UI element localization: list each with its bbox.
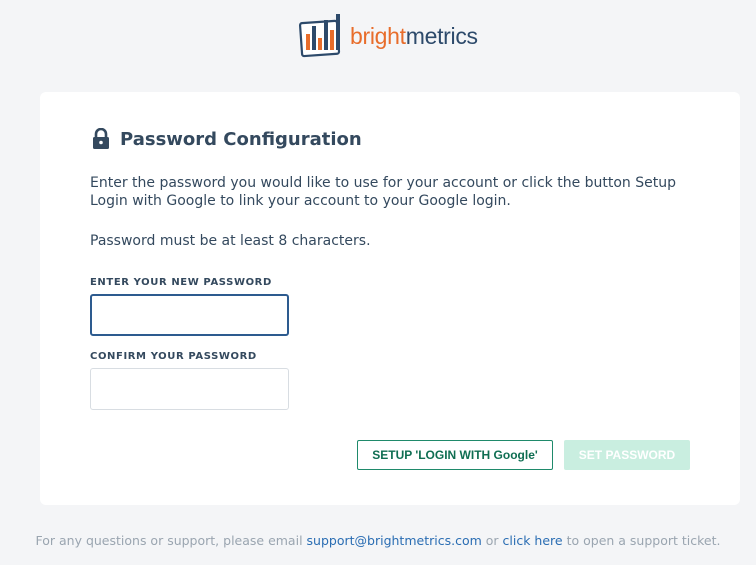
card-header: Password Configuration [92, 128, 362, 150]
password-requirement: Password must be at least 8 characters. [90, 233, 371, 249]
logo-text-bright: bright [350, 22, 406, 49]
footer-text-2: or [485, 533, 499, 548]
support-footer: For any questions or support, please ema… [0, 533, 756, 548]
logo-text-metrics: metrics [405, 22, 478, 49]
support-ticket-link[interactable]: click here [503, 533, 563, 548]
page-title: Password Configuration [120, 128, 362, 150]
confirm-password-label: CONFIRM YOUR PASSWORD [90, 351, 257, 362]
password-card: Password Configuration Enter the passwor… [40, 92, 740, 505]
footer-text-1: For any questions or support, please ema… [35, 533, 303, 548]
setup-google-login-button[interactable]: SETUP 'LOGIN WITH Google' [357, 440, 553, 470]
set-password-button[interactable]: SET PASSWORD [564, 440, 690, 470]
new-password-label: ENTER YOUR NEW PASSWORD [90, 277, 272, 288]
lock-icon [93, 128, 109, 149]
instructions-text: Enter the password you would like to use… [90, 175, 677, 209]
new-password-input[interactable] [90, 294, 289, 336]
footer-text-3: to open a support ticket. [566, 533, 721, 548]
confirm-password-input[interactable] [90, 368, 289, 410]
support-email-link[interactable]: support@brightmetrics.com [307, 533, 482, 548]
logo-wordmark: brightmetrics [350, 23, 478, 50]
brightmetrics-logo: brightmetrics [298, 12, 478, 58]
bar-chart-logo-icon [298, 14, 341, 58]
